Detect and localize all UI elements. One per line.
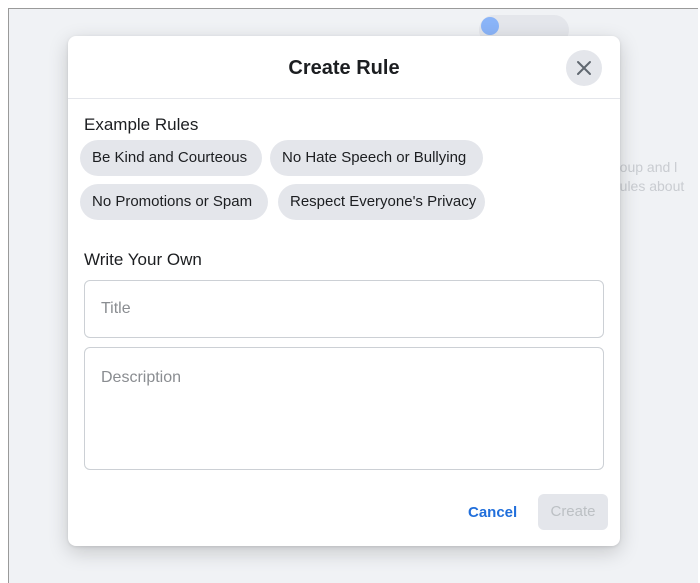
dialog-title: Create Rule [288,57,400,79]
example-rule-chip[interactable]: No Promotions or Spam [80,184,268,220]
example-rule-chip[interactable]: Be Kind and Courteous [80,140,262,176]
rule-title-input[interactable] [84,280,604,338]
create-rule-dialog: Create Rule Example Rules Be Kind and Co… [68,36,620,546]
background-text-line-1: roup and l [615,159,678,175]
close-icon [577,61,591,75]
rule-description-input[interactable] [84,347,604,470]
example-rule-chip[interactable]: Respect Everyone's Privacy [278,184,485,220]
background-text-line-2: rules about [615,178,685,194]
write-your-own-label: Write Your Own [84,250,202,269]
cancel-button[interactable]: Cancel [468,504,517,521]
create-button[interactable]: Create [538,494,608,530]
dialog-header: Create Rule [68,36,620,99]
example-rules-label: Example Rules [84,115,199,134]
example-rule-chip[interactable]: No Hate Speech or Bullying [270,140,483,176]
close-button[interactable] [566,50,602,86]
toggle-knob [481,17,499,35]
